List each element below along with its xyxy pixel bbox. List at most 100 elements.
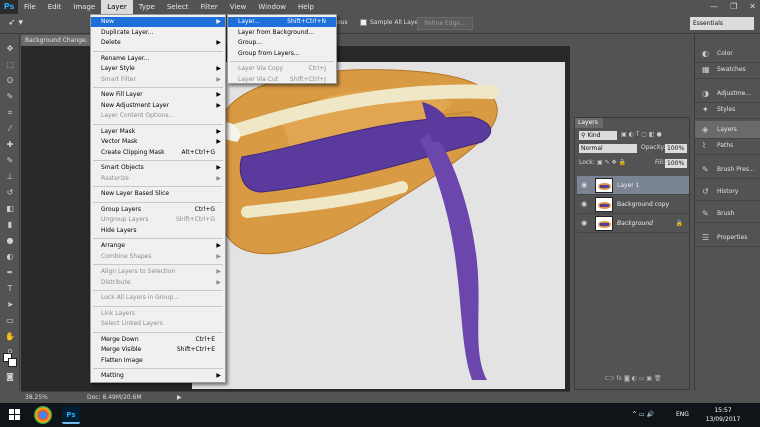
layer-menu-item-create-clipping-mask[interactable]: Create Clipping Mask Alt+Ctrl+G bbox=[91, 148, 225, 158]
gradient-tool-icon[interactable]: ▮ bbox=[3, 219, 17, 231]
path-selection-tool-icon[interactable]: ➤ bbox=[3, 299, 17, 311]
layer-menu-item-layer-mask[interactable]: Layer Mask ▶ bbox=[91, 127, 225, 137]
new-submenu-item-layer[interactable]: Layer... Shift+Ctrl+N bbox=[228, 17, 336, 27]
layer-menu-item-group-layers[interactable]: Group Layers Ctrl+G bbox=[91, 205, 225, 215]
menu-edit[interactable]: Edit bbox=[42, 0, 68, 14]
pen-tool-icon[interactable]: ✒ bbox=[3, 267, 17, 279]
tray-icons[interactable]: ^ ▭ 🔊 bbox=[632, 403, 654, 427]
visibility-eye-icon[interactable]: ◉ bbox=[581, 181, 587, 189]
history-icon: ↺ bbox=[702, 187, 709, 196]
panel-button-paths[interactable]: ⌇ Paths bbox=[695, 137, 760, 155]
menu-filter[interactable]: Filter bbox=[194, 0, 223, 14]
checkbox-icon bbox=[360, 19, 367, 26]
menu-separator bbox=[230, 61, 334, 62]
menu-view[interactable]: View bbox=[224, 0, 253, 14]
minimize-icon[interactable]: — bbox=[710, 0, 718, 14]
panel-button-brush-pres[interactable]: ✎ Brush Pres... bbox=[695, 161, 760, 179]
windows-start-icon[interactable] bbox=[9, 409, 21, 421]
menu-file[interactable]: File bbox=[18, 0, 42, 14]
eyedropper-tool-icon[interactable]: ⁄ bbox=[3, 123, 17, 135]
fill-input[interactable]: 100% bbox=[665, 159, 687, 168]
sample-all-layers-checkbox[interactable]: Sample All Layers bbox=[360, 19, 424, 26]
brush-tool-icon[interactable]: ✎ bbox=[3, 155, 17, 167]
move-tool-icon[interactable]: ✥ bbox=[3, 43, 17, 55]
opacity-input[interactable]: 100% bbox=[665, 144, 687, 153]
panel-button-properties[interactable]: ☰ Properties bbox=[695, 229, 760, 247]
layer-row[interactable]: ◉ Background copy bbox=[577, 195, 689, 214]
quick-selection-tool-icon[interactable]: ➶ ▾ bbox=[8, 18, 26, 30]
photoshop-taskbar-icon[interactable]: Ps bbox=[62, 406, 80, 424]
layer-menu-item-new[interactable]: New ▶ bbox=[91, 17, 225, 27]
hand-tool-icon[interactable]: ✋ bbox=[3, 331, 17, 343]
lock-icons[interactable]: ▣ ✎ ✥ 🔒 bbox=[597, 158, 626, 168]
submenu-arrow-icon: ▶ bbox=[216, 138, 221, 145]
clock[interactable]: 15:57 13/09/2017 bbox=[705, 406, 741, 424]
menu-layer[interactable]: Layer bbox=[101, 0, 133, 14]
document-image[interactable] bbox=[192, 62, 565, 389]
restore-icon[interactable]: ❐ bbox=[730, 0, 737, 14]
clone-stamp-tool-icon[interactable]: ⊥ bbox=[3, 171, 17, 183]
status-menu-icon[interactable]: ▶ bbox=[177, 392, 182, 403]
visibility-eye-icon[interactable]: ◉ bbox=[581, 219, 587, 227]
dodge-tool-icon[interactable]: ◐ bbox=[3, 251, 17, 263]
layer-menu-item-matting[interactable]: Matting ▶ bbox=[91, 371, 225, 381]
layer-menu-item-new-adjustment-layer[interactable]: New Adjustment Layer ▶ bbox=[91, 101, 225, 111]
layer-menu-item-vector-mask[interactable]: Vector Mask ▶ bbox=[91, 137, 225, 147]
workspace-select[interactable]: Essentials bbox=[690, 17, 754, 30]
layers-tab[interactable]: Layers bbox=[575, 118, 603, 128]
layer-menu-item-hide-layers[interactable]: Hide Layers bbox=[91, 226, 225, 236]
panel-button-label: Brush bbox=[717, 210, 735, 217]
panel-button-swatches[interactable]: ▦ Swatches bbox=[695, 61, 760, 79]
layer-row[interactable]: ◉ Background 🔒 bbox=[577, 214, 689, 233]
blend-mode-select[interactable]: Normal bbox=[579, 144, 637, 153]
document-tab[interactable]: Background Change. bbox=[21, 35, 95, 46]
menu-select[interactable]: Select bbox=[161, 0, 195, 14]
shape-tool-icon[interactable]: ▭ bbox=[3, 315, 17, 327]
refine-edge-button[interactable]: Refine Edge... bbox=[417, 17, 473, 30]
eraser-tool-icon[interactable]: ◧ bbox=[3, 203, 17, 215]
layers-panel-actions[interactable]: ⊂⊃ fx ◙ ◐ ▭ ▣ 🗑 bbox=[577, 375, 689, 385]
layer-menu-item-smart-objects[interactable]: Smart Objects ▶ bbox=[91, 163, 225, 173]
layer-row[interactable]: ◉ Layer 1 bbox=[577, 176, 689, 195]
healing-brush-tool-icon[interactable]: ✚ bbox=[3, 139, 17, 151]
layer-menu-item-new-fill-layer[interactable]: New Fill Layer ▶ bbox=[91, 90, 225, 100]
layer-menu-item-rename-layer[interactable]: Rename Layer... bbox=[91, 54, 225, 64]
quick-mask-icon[interactable]: ◙ bbox=[3, 371, 17, 383]
contiguous-checkbox[interactable]: ous bbox=[337, 19, 348, 26]
menu-image[interactable]: Image bbox=[67, 0, 101, 14]
history-brush-tool-icon[interactable]: ↺ bbox=[3, 187, 17, 199]
menu-type[interactable]: Type bbox=[133, 0, 161, 14]
panel-button-brush[interactable]: ✎ Brush bbox=[695, 205, 760, 223]
new-submenu-item-group[interactable]: Group... bbox=[228, 38, 336, 48]
layer-menu-item-merge-down[interactable]: Merge Down Ctrl+E bbox=[91, 335, 225, 345]
layer-menu-item-duplicate-layer[interactable]: Duplicate Layer... bbox=[91, 28, 225, 38]
menu-help[interactable]: Help bbox=[292, 0, 320, 14]
close-icon[interactable]: ✕ bbox=[749, 0, 756, 14]
layer-menu-item-flatten-image[interactable]: Flatten Image bbox=[91, 356, 225, 366]
layer-menu-item-layer-style[interactable]: Layer Style ▶ bbox=[91, 64, 225, 74]
color-swatches[interactable] bbox=[3, 353, 17, 367]
background-color[interactable] bbox=[8, 358, 17, 367]
type-tool-icon[interactable]: T bbox=[3, 283, 17, 295]
layer-menu-item-delete[interactable]: Delete ▶ bbox=[91, 38, 225, 48]
new-submenu-item-layer-from-background[interactable]: Layer from Background... bbox=[228, 28, 336, 38]
layer-filter-icons[interactable]: ▣ ◐ T ▢ ◧ ● bbox=[621, 130, 662, 140]
layer-menu-item-merge-visible[interactable]: Merge Visible Shift+Ctrl+E bbox=[91, 345, 225, 355]
kind-filter-select[interactable]: ⚲ Kind bbox=[579, 131, 617, 140]
zoom-level[interactable]: 38.25% bbox=[25, 392, 48, 403]
panel-button-styles[interactable]: ✦ Styles bbox=[695, 101, 760, 119]
new-submenu-item-group-from-layers[interactable]: Group from Layers... bbox=[228, 49, 336, 59]
blur-tool-icon[interactable]: ● bbox=[3, 235, 17, 247]
menu-item-label: Vector Mask bbox=[101, 138, 138, 145]
visibility-eye-icon[interactable]: ◉ bbox=[581, 200, 587, 208]
language-indicator[interactable]: ENG bbox=[676, 403, 689, 427]
quick-select-tool-icon[interactable]: ✎ bbox=[3, 91, 17, 103]
lasso-tool-icon[interactable]: ʘ bbox=[3, 75, 17, 87]
chrome-icon[interactable] bbox=[34, 406, 52, 424]
crop-tool-icon[interactable]: ⌗ bbox=[3, 107, 17, 119]
panel-button-history[interactable]: ↺ History bbox=[695, 183, 760, 201]
layer-menu-item-new-layer-based-slice[interactable]: New Layer Based Slice bbox=[91, 189, 225, 199]
menu-window[interactable]: Window bbox=[252, 0, 292, 14]
layer-menu-item-arrange[interactable]: Arrange ▶ bbox=[91, 241, 225, 251]
marquee-tool-icon[interactable]: ⬚ bbox=[3, 59, 17, 71]
